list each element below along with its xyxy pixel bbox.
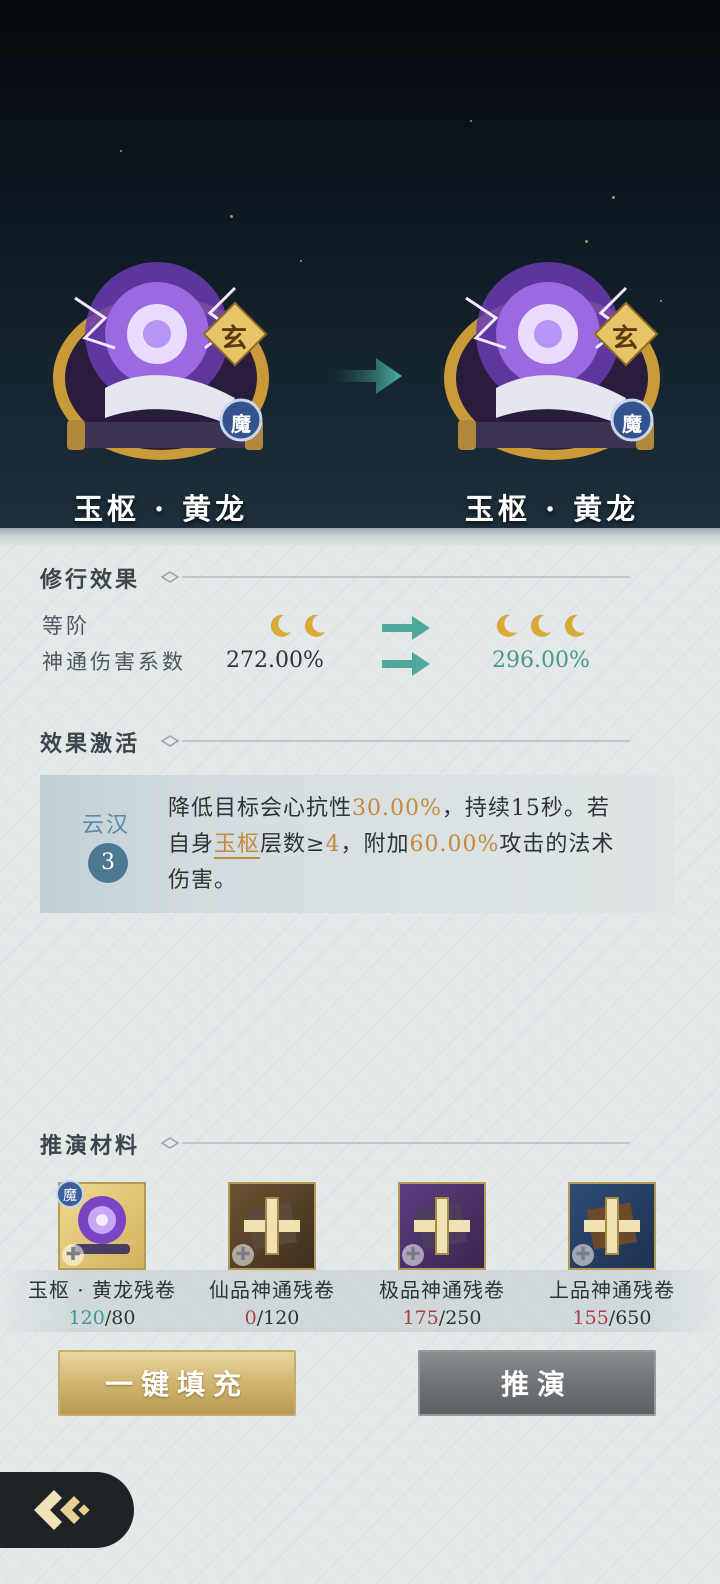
material-name: 玉枢 · 黄龙残卷 bbox=[27, 1278, 177, 1302]
auto-fill-button[interactable]: 一键填充 bbox=[58, 1350, 296, 1416]
material-item[interactable]: 魔 ✚ 玉枢 · 黄龙残卷 120/80 bbox=[22, 1180, 182, 1329]
material-item[interactable]: ✚ 仙品神通残卷 0/120 bbox=[192, 1182, 352, 1329]
crescent-moon-icon bbox=[270, 614, 291, 637]
next-skill-scroll[interactable]: 玄 魔 bbox=[436, 238, 668, 478]
banner-divider bbox=[0, 528, 720, 546]
material-name: 仙品神通残卷 bbox=[209, 1278, 335, 1302]
activation-title: 效果激活 bbox=[40, 731, 141, 757]
material-count: 120/80 bbox=[22, 1307, 182, 1329]
effect-tier-number: 3 bbox=[88, 843, 128, 883]
material-item[interactable]: ✚ 上品神通残卷 155/650 bbox=[532, 1182, 692, 1329]
damage-current-value: 272.00% bbox=[226, 648, 324, 673]
upgrade-arrow-icon bbox=[332, 358, 402, 394]
rank-current-moons bbox=[266, 612, 328, 640]
material-need: /120 bbox=[256, 1307, 300, 1329]
material-item[interactable]: ✚ 极品神通残卷 175/250 bbox=[362, 1182, 522, 1329]
type-badge: 魔 bbox=[622, 412, 642, 436]
material-need: /650 bbox=[608, 1307, 652, 1329]
material-have: 155 bbox=[572, 1307, 609, 1329]
crescent-moon-icon bbox=[496, 614, 517, 637]
arrow-icon bbox=[382, 652, 430, 676]
type-badge: 魔 bbox=[231, 412, 251, 436]
damage-label: 神通伤害系数 bbox=[42, 650, 186, 674]
material-icon[interactable]: ✚ bbox=[568, 1182, 656, 1270]
material-have: 120 bbox=[68, 1307, 105, 1329]
materials-title: 推演材料 bbox=[40, 1133, 141, 1159]
effect-value: 60.00% bbox=[409, 832, 500, 857]
material-have: 0 bbox=[244, 1307, 257, 1329]
crescent-moon-icon bbox=[564, 614, 585, 637]
material-name: 上品神通残卷 bbox=[549, 1278, 675, 1302]
crescent-moon-icon bbox=[304, 614, 325, 637]
next-item-name: 玉枢 · 黄龙 bbox=[464, 492, 640, 526]
effect-value: 4 bbox=[325, 832, 341, 857]
material-count: 0/120 bbox=[192, 1307, 352, 1329]
effect-text-part: 降低目标会心抗性 bbox=[168, 796, 353, 821]
material-icon[interactable]: ✚ bbox=[228, 1182, 316, 1270]
effect-card: 云汉 3 降低目标会心抗性30.00%，持续15秒。若自身玉枢层数≥4，附加60… bbox=[40, 775, 674, 913]
cultivation-title: 修行效果 bbox=[40, 567, 141, 593]
material-need: /250 bbox=[438, 1307, 482, 1329]
arrow-icon bbox=[382, 616, 430, 640]
material-name: 极品神通残卷 bbox=[379, 1278, 505, 1302]
add-source-icon[interactable]: ✚ bbox=[232, 1244, 254, 1266]
section-divider bbox=[160, 571, 630, 583]
material-count: 175/250 bbox=[362, 1307, 522, 1329]
deduce-button[interactable]: 推演 bbox=[418, 1350, 656, 1416]
section-divider bbox=[160, 735, 630, 747]
rank-label: 等阶 bbox=[42, 614, 90, 638]
effect-keyword-link[interactable]: 玉枢 bbox=[214, 832, 261, 859]
current-skill-scroll[interactable]: 玄 魔 bbox=[45, 238, 277, 478]
grade-badge: 玄 bbox=[221, 324, 248, 354]
crescent-moon-icon bbox=[530, 614, 551, 637]
back-button[interactable] bbox=[0, 1472, 134, 1548]
effect-value: 30.00% bbox=[352, 796, 442, 821]
add-source-icon[interactable]: ✚ bbox=[572, 1244, 594, 1266]
material-have: 175 bbox=[402, 1307, 439, 1329]
effect-text-part: ，附加 bbox=[340, 832, 410, 857]
material-icon[interactable]: ✚ bbox=[398, 1182, 486, 1270]
material-count: 155/650 bbox=[532, 1307, 692, 1329]
damage-next-value: 296.00% bbox=[492, 648, 590, 673]
detail-panel bbox=[0, 546, 720, 1584]
back-arrow-icon bbox=[34, 1490, 90, 1530]
add-source-icon[interactable]: ✚ bbox=[62, 1244, 84, 1266]
material-need: /80 bbox=[104, 1307, 136, 1329]
current-item-name: 玉枢 · 黄龙 bbox=[73, 492, 249, 526]
grade-badge: 玄 bbox=[612, 324, 639, 354]
effect-text-part: 层数≥ bbox=[260, 832, 326, 857]
add-source-icon[interactable]: ✚ bbox=[402, 1244, 424, 1266]
rank-next-moons bbox=[492, 612, 588, 640]
section-divider bbox=[160, 1137, 630, 1149]
effect-description: 降低目标会心抗性30.00%，持续15秒。若自身玉枢层数≥4，附加60.00%攻… bbox=[168, 791, 628, 899]
material-icon[interactable]: 魔 ✚ bbox=[56, 1180, 146, 1270]
type-badge: 魔 bbox=[56, 1180, 84, 1208]
effect-tier-label: 云汉 bbox=[82, 813, 131, 838]
